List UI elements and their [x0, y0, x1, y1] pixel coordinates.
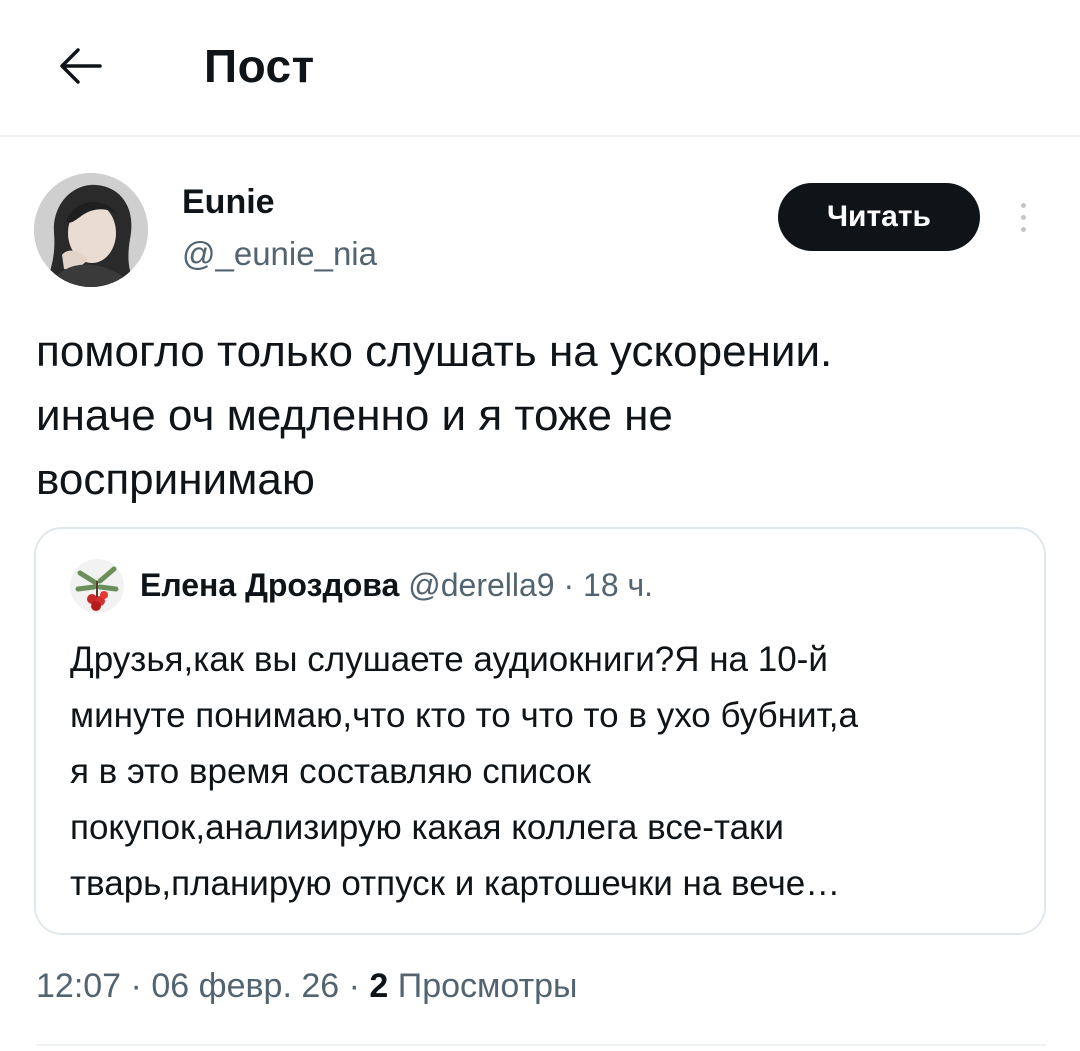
post-meta: 12:07 · 06 февр. 26 · 2 Просмотры — [36, 962, 578, 1010]
more-vertical-icon-dot — [1020, 226, 1026, 232]
quoted-author-name[interactable]: Елена Дроздова — [140, 567, 399, 603]
post-time[interactable]: 12:07 — [36, 967, 121, 1005]
meta-separator: · — [348, 967, 360, 1005]
back-button[interactable] — [48, 34, 112, 98]
page-title: Пост — [204, 40, 315, 92]
rowan-berries-avatar-image — [70, 559, 124, 613]
meta-separator: · — [130, 967, 142, 1005]
arrow-left-icon — [60, 48, 102, 84]
quoted-post-card[interactable]: Елена Дроздова @derella9 · 18 ч. Друзья,… — [34, 527, 1046, 935]
quoted-meta-separator: · — [563, 567, 575, 603]
author-avatar[interactable] — [34, 173, 148, 287]
author-handle[interactable]: @_eunie_nia — [182, 232, 377, 276]
post-date[interactable]: 06 февр. 26 — [151, 967, 339, 1005]
quoted-author-avatar[interactable] — [70, 559, 124, 613]
more-vertical-icon-dot — [1020, 214, 1026, 220]
follow-button[interactable]: Читать — [778, 183, 980, 251]
more-options-button[interactable] — [1008, 192, 1038, 242]
quoted-author-handle[interactable]: @derella9 — [408, 567, 554, 603]
quoted-post-text: Друзья,как вы слушаете аудиокниги?Я на 1… — [70, 640, 858, 903]
user-avatar-image — [34, 173, 148, 287]
divider — [36, 1044, 1046, 1046]
post-text: помогло только слушать на ускорении. ина… — [36, 327, 833, 504]
views-label[interactable]: Просмотры — [398, 967, 578, 1005]
quoted-post-time[interactable]: 18 ч. — [583, 567, 653, 603]
top-bar: Пост — [0, 0, 1080, 137]
more-vertical-icon — [1020, 202, 1026, 208]
author-name[interactable]: Eunie — [182, 180, 275, 224]
quoted-post-header: Елена Дроздова @derella9 · 18 ч. — [140, 563, 653, 607]
views-count[interactable]: 2 — [369, 967, 388, 1005]
